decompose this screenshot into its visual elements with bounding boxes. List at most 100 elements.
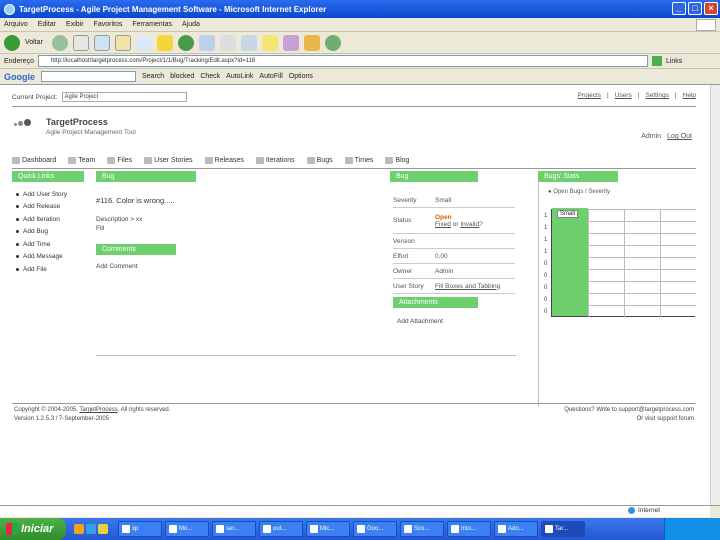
logo-name: TargetProcess: [46, 117, 108, 127]
maximize-button[interactable]: □: [688, 2, 702, 15]
popup-blocker[interactable]: blocked: [170, 73, 194, 80]
go-button[interactable]: [651, 56, 662, 66]
task-app-icon: [451, 525, 459, 533]
quick-link-add-message[interactable]: Add Message: [16, 251, 67, 264]
company-link[interactable]: TargetProcess: [79, 407, 117, 413]
nav-files[interactable]: Files: [107, 156, 132, 164]
status-invalid-link[interactable]: Invalid: [460, 221, 479, 228]
quick-link-add-file[interactable]: Add File: [16, 263, 67, 276]
menu-tools[interactable]: Ferramentas: [132, 21, 172, 28]
mail-icon[interactable]: [198, 34, 215, 51]
support-forum-link[interactable]: Or visit support forum: [564, 415, 694, 424]
address-input[interactable]: http://localhost/targetprocess.com/Proje…: [37, 55, 648, 67]
support-email[interactable]: Questions? Write to support@targetproces…: [564, 406, 694, 415]
menu-edit[interactable]: Editar: [38, 21, 56, 28]
nav-times[interactable]: Times: [344, 156, 373, 164]
nav-blog[interactable]: Blog: [385, 156, 409, 164]
google-logo[interactable]: Google: [4, 72, 35, 82]
nav-dashboard[interactable]: Dashboard: [12, 156, 56, 164]
nav-bugs[interactable]: Bugs: [306, 156, 333, 164]
project-select[interactable]: Agile Project: [61, 92, 187, 102]
options-button[interactable]: Options: [289, 73, 313, 80]
links-label[interactable]: Links: [666, 58, 682, 65]
menu-favorites[interactable]: Favoritos: [94, 21, 123, 28]
taskbar-task[interactable]: Tar...: [541, 521, 585, 537]
taskbar-task[interactable]: out...: [259, 521, 303, 537]
taskbar-task[interactable]: Mo...: [165, 521, 209, 537]
quick-link-add-iteration[interactable]: Add Iteration: [16, 213, 67, 226]
task-app-icon: [310, 525, 318, 533]
help-link[interactable]: Help: [683, 92, 696, 99]
add-attachment-link[interactable]: Add Attachment: [397, 318, 443, 325]
notes-icon[interactable]: [261, 34, 278, 51]
logout-link[interactable]: Log Out: [667, 133, 692, 140]
autofill-button[interactable]: AutoFill: [259, 73, 282, 80]
quick-link-add-time[interactable]: Add Time: [16, 238, 67, 251]
ebay-icon[interactable]: [303, 34, 320, 51]
add-comment-link[interactable]: Add Comment: [96, 263, 138, 270]
taskbar-task[interactable]: xp: [118, 521, 162, 537]
research-icon[interactable]: [282, 34, 299, 51]
check-button[interactable]: Check: [200, 73, 220, 80]
settings-link[interactable]: Settings: [645, 92, 669, 99]
bug-title: #116. Color is wrong.....: [96, 196, 175, 205]
taskbar-task[interactable]: Into...: [447, 521, 491, 537]
stop-icon[interactable]: [72, 34, 89, 51]
user-story-link[interactable]: Fill Boxes and Tabbing: [435, 283, 500, 290]
quick-link-add-release[interactable]: Add Release: [16, 201, 67, 214]
taskbar-task[interactable]: Mic...: [306, 521, 350, 537]
vertical-scrollbar[interactable]: [710, 85, 720, 505]
window-controls: _ □ ×: [672, 2, 718, 15]
forward-icon[interactable]: [51, 34, 68, 51]
taskbar-task[interactable]: Goo...: [353, 521, 397, 537]
task-label: xp: [132, 526, 139, 532]
autolink-button[interactable]: AutoLink: [226, 73, 253, 80]
nav-user-stories[interactable]: User Stories: [144, 156, 193, 164]
start-button[interactable]: Iniciar: [0, 518, 66, 540]
menu-help[interactable]: Ajuda: [182, 21, 200, 28]
close-button[interactable]: ×: [704, 2, 718, 15]
task-app-icon: [404, 525, 412, 533]
nav-releases[interactable]: Releases: [204, 156, 244, 164]
taskbar-task[interactable]: Sco...: [400, 521, 444, 537]
back-label[interactable]: Voltar: [25, 39, 43, 46]
quick-link-add-bug[interactable]: Add Bug: [16, 226, 67, 239]
refresh-icon[interactable]: [93, 34, 110, 51]
minimize-button[interactable]: _: [672, 2, 686, 15]
favorites-icon[interactable]: [156, 34, 173, 51]
y-tick-label: 1: [544, 213, 548, 219]
projects-link[interactable]: Projects: [578, 92, 601, 99]
y-tick-label: 0: [544, 273, 548, 279]
google-search-input[interactable]: [41, 71, 136, 82]
project-bar: Current Project: Agile Project Projects |…: [12, 91, 696, 103]
google-search-button[interactable]: Search: [142, 73, 164, 80]
quicklaunch-icon[interactable]: [98, 524, 108, 534]
quicklaunch-icon[interactable]: [74, 524, 84, 534]
messenger-icon[interactable]: [324, 34, 341, 51]
history-icon[interactable]: [177, 34, 194, 51]
y-tick-label: 1: [544, 237, 548, 243]
taskbar-task[interactable]: Ado...: [494, 521, 538, 537]
quicklaunch-icon[interactable]: [86, 524, 96, 534]
severity-value: Small: [435, 196, 452, 204]
security-zone: Internet: [627, 507, 660, 514]
menu-file[interactable]: Arquivo: [4, 21, 28, 28]
y-tick-label: 0: [544, 309, 548, 315]
system-tray: [664, 518, 720, 540]
back-icon[interactable]: [4, 34, 20, 51]
taskbar-task[interactable]: ser...: [212, 521, 256, 537]
home-icon[interactable]: [114, 34, 131, 51]
globe-icon: [627, 507, 635, 514]
search-icon[interactable]: [135, 34, 152, 51]
edit-icon[interactable]: [240, 34, 257, 51]
iterations-icon: [255, 156, 264, 164]
status-fixed-link[interactable]: Fixed: [435, 221, 451, 228]
version-text: Version 1.2.5.3 / 7-September-2005: [14, 416, 110, 422]
nav-iterations[interactable]: Iterations: [255, 156, 295, 164]
gridline: [588, 209, 589, 317]
quick-link-add-user-story[interactable]: Add User Story: [16, 188, 67, 201]
users-link[interactable]: Users: [615, 92, 632, 99]
print-icon[interactable]: [219, 34, 236, 51]
nav-team[interactable]: Team: [68, 156, 95, 164]
menu-view[interactable]: Exibir: [66, 21, 84, 28]
